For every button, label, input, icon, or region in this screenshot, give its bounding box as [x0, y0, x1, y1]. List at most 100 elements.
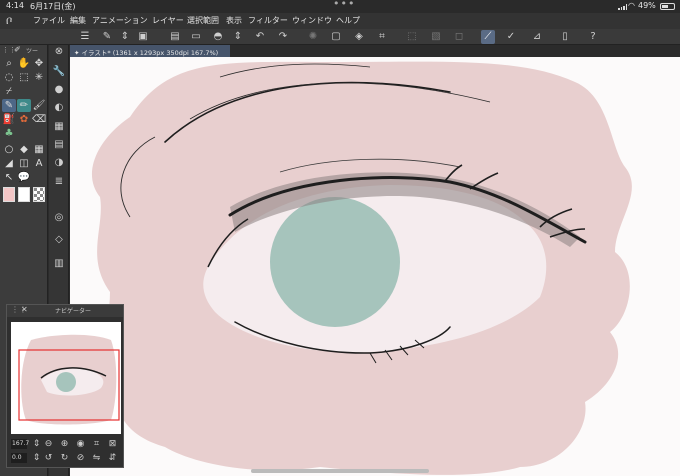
home-indicator[interactable] — [251, 469, 429, 473]
status-date: 6月17日(金) — [30, 2, 76, 11]
color-set-icon[interactable]: ▦ — [52, 120, 66, 134]
zoom-in-icon[interactable]: ⊕ — [59, 439, 70, 450]
blend-tool-icon[interactable]: ♣ — [2, 127, 16, 140]
gradient-tool-icon[interactable]: ▦ — [32, 143, 46, 156]
actual-size-icon[interactable]: ⊠ — [107, 439, 118, 450]
menu-view[interactable]: 表示 — [226, 15, 242, 26]
flip-horizontal-icon[interactable]: ⇋ — [91, 453, 102, 464]
thumb-iris — [56, 372, 76, 392]
invert-selection-icon[interactable]: ▧ — [429, 30, 443, 44]
eyedropper-icon[interactable]: ⌿ — [2, 85, 16, 98]
airbrush-tool-icon[interactable]: ⛽ — [2, 113, 16, 126]
eraser-tool-icon[interactable]: ⌫ — [32, 113, 46, 126]
navigator-header: ⋮⋮ ✕ ナビゲーター — [7, 305, 123, 317]
zoom-out-icon[interactable]: ⊖ — [43, 439, 54, 450]
decoration-tool-icon[interactable]: ✿ — [17, 113, 31, 126]
balloon-tool-icon[interactable]: 💬 — [17, 171, 31, 184]
undo-icon[interactable]: ↶ — [253, 30, 267, 44]
shape-icon[interactable]: ◓ — [211, 30, 225, 44]
intermediate-color-icon[interactable]: ▤ — [52, 138, 66, 152]
save-icon[interactable]: ▤ — [168, 30, 182, 44]
ruler-snap-icon[interactable]: ⊿ — [530, 30, 544, 44]
layer-property-icon[interactable]: ◎ — [52, 211, 66, 225]
menu-edit[interactable]: 編集 — [70, 15, 86, 26]
menu-animation[interactable]: アニメーション — [92, 15, 148, 26]
color-history-icon[interactable]: ≣ — [52, 175, 66, 189]
drawing-canvas[interactable] — [70, 57, 680, 476]
material-panel-icon[interactable]: ▥ — [52, 257, 66, 271]
fit-window-icon[interactable]: ⌗ — [91, 439, 102, 450]
zoom-stepper-icon[interactable]: ⇕ — [31, 439, 42, 450]
brush-size-icon[interactable]: ● — [52, 83, 66, 97]
lasso-tool-icon[interactable]: ◌ — [2, 71, 16, 84]
menu-file[interactable]: ファイル — [33, 15, 65, 26]
rotate-left-icon[interactable]: ↺ — [43, 453, 54, 464]
move-tool-icon[interactable]: ✥ — [32, 57, 46, 70]
stabilizer-pen-icon[interactable]: ⟋ — [481, 30, 495, 44]
menu-window[interactable]: ウィンドウ — [292, 15, 332, 26]
fill-icon[interactable]: ◈ — [352, 30, 366, 44]
loading-icon[interactable]: ✺ — [306, 30, 320, 44]
pencil-tool-icon[interactable]: ✏ — [17, 99, 31, 112]
frame-tool-icon[interactable]: ◢ — [2, 157, 16, 170]
brush-tab-icon[interactable]: ✐ — [14, 45, 21, 54]
menu-bar: ቦ ファイル 編集 アニメーション レイヤー 選択範囲 表示 フィルター ウィン… — [0, 13, 680, 29]
deselect-icon[interactable]: ⬚ — [405, 30, 419, 44]
sub-color-swatch[interactable] — [18, 187, 30, 202]
hand-tool-icon[interactable]: ✋ — [17, 57, 31, 70]
selection-pen-icon[interactable]: ⬚ — [17, 71, 31, 84]
crop-icon[interactable]: ⌗ — [375, 30, 389, 44]
zoom-value[interactable]: 167.7 — [11, 439, 29, 449]
rotation-stepper-icon[interactable]: ⇕ — [31, 453, 42, 464]
navigator-panel-icon[interactable]: ⊗ — [52, 45, 66, 59]
menu-selection[interactable]: 選択範囲 — [187, 15, 219, 26]
navigator-panel: ⋮⋮ ✕ ナビゲーター 167.7 ⇕ ⊖ ⊕ ◉ ⌗ ⊠ 0.0 ⇕ ↺ ↻ … — [6, 304, 124, 468]
reset-rotation-icon[interactable]: ⊘ — [75, 453, 86, 464]
brush-tool-icon[interactable]: 🖌 — [32, 99, 46, 112]
cellular-signal-icon — [618, 4, 627, 10]
menu-layer[interactable]: レイヤー — [152, 15, 184, 26]
zoom-fit-icon[interactable]: ◉ — [75, 439, 86, 450]
ruler-tool-icon[interactable]: ◫ — [17, 157, 31, 170]
zoom-tool-icon[interactable]: ⌕ — [2, 57, 16, 70]
object-tool-icon[interactable]: ↖ — [2, 171, 16, 184]
hamburger-menu-icon[interactable]: ☰ — [78, 30, 92, 44]
navigator-thumbnail[interactable] — [11, 322, 121, 434]
tool-panel-tab-label[interactable]: ツー — [26, 46, 38, 55]
flip-vertical-icon[interactable]: ⇵ — [107, 453, 118, 464]
redo-icon[interactable]: ↷ — [276, 30, 290, 44]
layer-panel-icon[interactable]: ◇ — [52, 233, 66, 247]
document-tab[interactable]: ✦ イラスト* (1361 x 1293px 350dpi 167.7%) — [70, 45, 230, 57]
battery-percentage: 49% — [638, 1, 656, 10]
figure-tool-icon[interactable]: ○ — [2, 143, 16, 156]
pen-pressure-icon[interactable]: ✓ — [504, 30, 518, 44]
selection-box-icon[interactable]: ◻ — [452, 30, 466, 44]
pen-tool-icon[interactable]: ✎ — [2, 99, 16, 112]
device-icon[interactable]: ▯ — [558, 30, 572, 44]
smart-view-icon[interactable]: ▣ — [136, 30, 150, 44]
app-logo-icon[interactable]: ቦ — [6, 14, 20, 28]
artwork — [91, 61, 632, 475]
menu-help[interactable]: ヘルプ — [336, 15, 360, 26]
stepper-chevron-icon[interactable]: ⇕ — [118, 30, 132, 44]
text-tool-icon[interactable]: A — [32, 157, 46, 170]
help-icon[interactable]: ? — [586, 30, 600, 44]
close-icon[interactable]: ✕ — [21, 305, 28, 314]
magic-wand-icon[interactable]: ✳ — [32, 71, 46, 84]
color-wheel-icon[interactable]: ◐ — [52, 101, 66, 115]
clear-icon[interactable]: ▢ — [329, 30, 343, 44]
rotate-right-icon[interactable]: ↻ — [59, 453, 70, 464]
main-color-swatch[interactable] — [3, 187, 15, 202]
menu-filter[interactable]: フィルター — [248, 15, 288, 26]
wifi-icon: ◠ — [628, 1, 635, 10]
open-folder-icon[interactable]: ▭ — [189, 30, 203, 44]
rotation-value[interactable]: 0.0 — [11, 453, 27, 463]
battery-icon — [660, 3, 675, 10]
stepper-chevron-icon-2[interactable]: ⇕ — [231, 30, 245, 44]
new-canvas-icon[interactable]: ✎ — [100, 30, 114, 44]
tool-property-icon[interactable]: 🔧 — [52, 65, 66, 79]
similar-color-icon[interactable]: ◑ — [52, 156, 66, 170]
transparent-color-swatch[interactable] — [33, 187, 45, 202]
fill-tool-icon[interactable]: ◆ — [17, 143, 31, 156]
multitasking-dots-icon[interactable]: ••• — [333, 0, 355, 10]
